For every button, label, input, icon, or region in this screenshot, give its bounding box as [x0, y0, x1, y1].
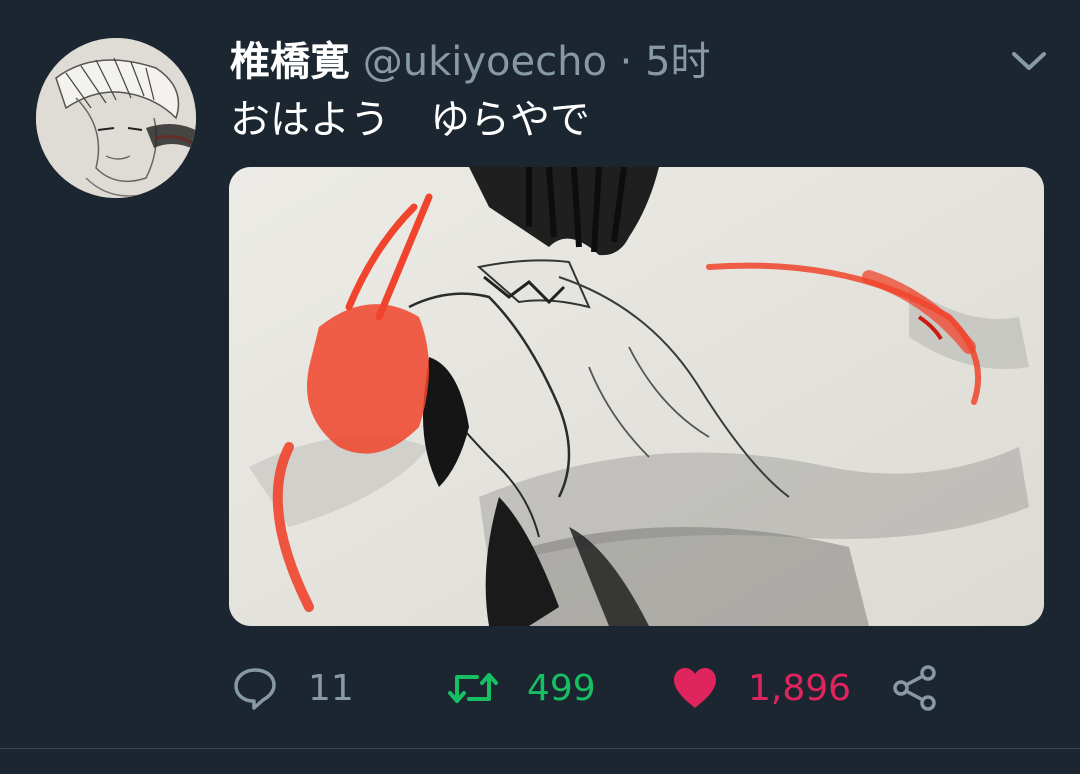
heart-icon	[674, 668, 716, 708]
avatar[interactable]	[36, 38, 196, 198]
share-button[interactable]	[890, 660, 940, 716]
reply-bubble-icon	[234, 668, 276, 710]
separator-dot: ·	[619, 39, 633, 85]
tweet-text: おはよう ゆらやで	[230, 97, 590, 143]
reply-button[interactable]: 11	[232, 660, 354, 716]
tweet-card[interactable]: 椎橋寛 @ukiyoecho · 5时 おはよう ゆらやで 11 499 1,8…	[0, 0, 1080, 774]
chevron-down-icon[interactable]	[1008, 46, 1050, 76]
divider	[0, 748, 1080, 749]
like-count: 1,896	[748, 667, 852, 709]
retweet-icon	[448, 673, 498, 703]
share-icon	[893, 665, 936, 711]
reply-count: 11	[308, 667, 354, 709]
avatar-sketch-icon	[36, 38, 196, 198]
user-handle[interactable]: @ukiyoecho	[363, 39, 607, 85]
like-button[interactable]: 1,896	[672, 660, 851, 716]
tweet-header: 椎橋寛 @ukiyoecho · 5时	[230, 34, 711, 90]
tweet-media-image[interactable]	[229, 167, 1044, 626]
ink-illustration	[229, 167, 1044, 626]
retweet-button[interactable]: 499	[447, 660, 596, 716]
retweet-count: 499	[527, 667, 596, 709]
tweet-time[interactable]: 5时	[645, 39, 710, 85]
display-name[interactable]: 椎橋寛	[230, 39, 350, 85]
